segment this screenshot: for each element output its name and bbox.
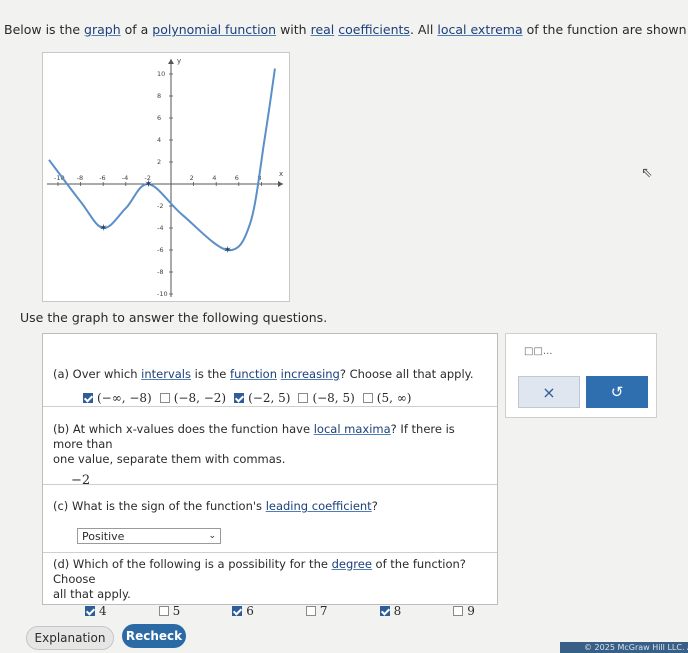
degree-option-label: 5 — [172, 604, 181, 618]
y-axis-label: y — [177, 57, 181, 65]
y-tick-label: 2 — [157, 158, 161, 166]
interval-option-label: (−∞, −8) — [97, 391, 152, 405]
y-tick-label: 6 — [157, 114, 161, 122]
x-tick-label: -6 — [99, 174, 105, 182]
link-coefficients[interactable]: coefficients — [338, 22, 410, 37]
recheck-button[interactable]: Recheck — [122, 624, 186, 648]
degree-option-label: 9 — [467, 604, 475, 618]
instructions: Use the graph to answer the following qu… — [20, 310, 328, 325]
interval-checkbox[interactable] — [362, 393, 373, 403]
x-tick-label: -4 — [122, 174, 128, 182]
question-b: (b) At which x-values does the function … — [43, 406, 497, 488]
x-axis-arrow-icon — [278, 181, 283, 187]
y-tick-label: -8 — [157, 268, 163, 276]
degree-option-label: 6 — [246, 604, 254, 618]
explanation-button[interactable]: Explanation — [26, 626, 114, 650]
link-function[interactable]: function — [230, 367, 277, 381]
clear-button[interactable]: × — [518, 376, 580, 408]
link-increasing[interactable]: increasing — [281, 367, 340, 381]
interval-option-label: (−8, 5) — [312, 391, 355, 405]
degree-option-label: 4 — [99, 604, 107, 618]
degree-option[interactable]: 9 — [453, 604, 475, 618]
sign-select[interactable]: Positive ⌄ — [77, 528, 221, 544]
question-d: (d) Which of the following is a possibil… — [43, 552, 497, 618]
y-tick-label: 8 — [157, 92, 161, 100]
question-d-options: 4 5 6 7 8 9 — [43, 602, 497, 618]
interval-checkbox[interactable] — [298, 393, 309, 403]
function-graph: x y -10 -8 -6 -4 -2 2 4 6 8 10 8 6 4 2 -2 -4 -6 -8 -10 ✶ ✶ ✶ — [42, 52, 290, 302]
degree-checkbox[interactable] — [158, 606, 169, 616]
interval-option-label: (−8, −2) — [173, 391, 227, 405]
interval-checkbox[interactable] — [234, 393, 245, 403]
polynomial-curve — [48, 68, 276, 252]
mouse-cursor-icon: ⇖ — [641, 165, 653, 181]
y-tick-label: 10 — [157, 70, 165, 78]
interval-option[interactable]: (−∞, −8) — [83, 391, 152, 405]
graph-canvas: xy-10 -8 -6 -4 -2 2 4 6 8108642-2-4-6-8-10✶✶✶ — [47, 57, 283, 298]
link-local-maxima[interactable]: local maxima — [314, 422, 391, 436]
undo-button[interactable]: ↺ — [586, 376, 648, 408]
y-tick-label: -6 — [157, 246, 163, 254]
x-axis-label: x — [279, 170, 283, 178]
copyright-footer: © 2025 McGraw Hill LLC. All — [560, 642, 688, 653]
link-leading-coefficient[interactable]: leading coefficient — [266, 499, 372, 513]
question-b-prompt: (b) At which x-values does the function … — [53, 422, 455, 466]
local-minimum-marker: ✶ — [99, 223, 107, 234]
keypad-icon[interactable]: □□... — [524, 346, 552, 357]
interval-option[interactable]: (−8, −2) — [159, 391, 227, 405]
question-a-prompt: (a) Over which intervals is the function… — [53, 367, 474, 381]
link-real[interactable]: real — [311, 22, 335, 37]
link-degree[interactable]: degree — [332, 557, 372, 571]
question-a-options: (−∞, −8) (−8, −2) (−2, 5) (−8, 5) (5, ∞) — [43, 382, 497, 405]
local-minimum-marker: ✶ — [224, 245, 232, 256]
degree-checkbox[interactable] — [232, 606, 243, 616]
question-d-prompt: (d) Which of the following is a possibil… — [53, 557, 466, 601]
degree-option[interactable]: 7 — [305, 604, 328, 618]
link-intervals[interactable]: intervals — [141, 367, 191, 381]
interval-option-label: (5, ∞) — [376, 391, 412, 405]
degree-option[interactable]: 4 — [85, 604, 107, 618]
x-tick-label: 2 — [190, 174, 194, 182]
y-tick-label: -4 — [157, 224, 163, 232]
degree-option[interactable]: 6 — [232, 604, 254, 618]
question-a: (a) Over which intervals is the function… — [43, 334, 497, 406]
x-tick-label: 6 — [235, 174, 239, 182]
question-panel: (a) Over which intervals is the function… — [42, 333, 498, 618]
problem-intro: Below is the graph of a polynomial funct… — [4, 22, 688, 37]
interval-option-label: (−2, 5) — [248, 391, 291, 405]
degree-checkbox[interactable] — [85, 606, 95, 616]
interval-checkbox[interactable] — [159, 393, 170, 403]
y-tick-label: -10 — [157, 290, 168, 298]
x-tick-label: -8 — [77, 174, 83, 182]
question-c-prompt: (c) What is the sign of the function's l… — [53, 499, 378, 513]
degree-checkbox[interactable] — [305, 606, 316, 616]
chevron-down-icon: ⌄ — [208, 531, 216, 541]
link-graph[interactable]: graph — [84, 22, 121, 37]
degree-option[interactable]: 5 — [158, 604, 181, 618]
degree-checkbox[interactable] — [379, 606, 390, 616]
degree-checkbox[interactable] — [453, 606, 464, 616]
link-local-extrema[interactable]: local extrema — [437, 22, 522, 37]
degree-option-label: 8 — [393, 604, 402, 618]
y-axis-arrow-icon — [168, 59, 174, 64]
degree-option[interactable]: 8 — [379, 604, 402, 618]
question-c: (c) What is the sign of the function's l… — [43, 484, 497, 552]
degree-option-label: 7 — [319, 604, 328, 618]
local-maximum-marker: ✶ — [144, 179, 152, 190]
y-tick-label: -2 — [157, 202, 163, 210]
answer-tools-panel: □□... × ↺ — [505, 333, 657, 418]
interval-checkbox[interactable] — [83, 393, 93, 403]
link-polynomial-function[interactable]: polynomial function — [152, 22, 276, 37]
interval-option[interactable]: (5, ∞) — [362, 391, 412, 405]
y-tick-label: 4 — [157, 136, 161, 144]
x-tick-label: 4 — [212, 174, 216, 182]
interval-option[interactable]: (−8, 5) — [298, 391, 355, 405]
interval-option[interactable]: (−2, 5) — [234, 391, 290, 405]
